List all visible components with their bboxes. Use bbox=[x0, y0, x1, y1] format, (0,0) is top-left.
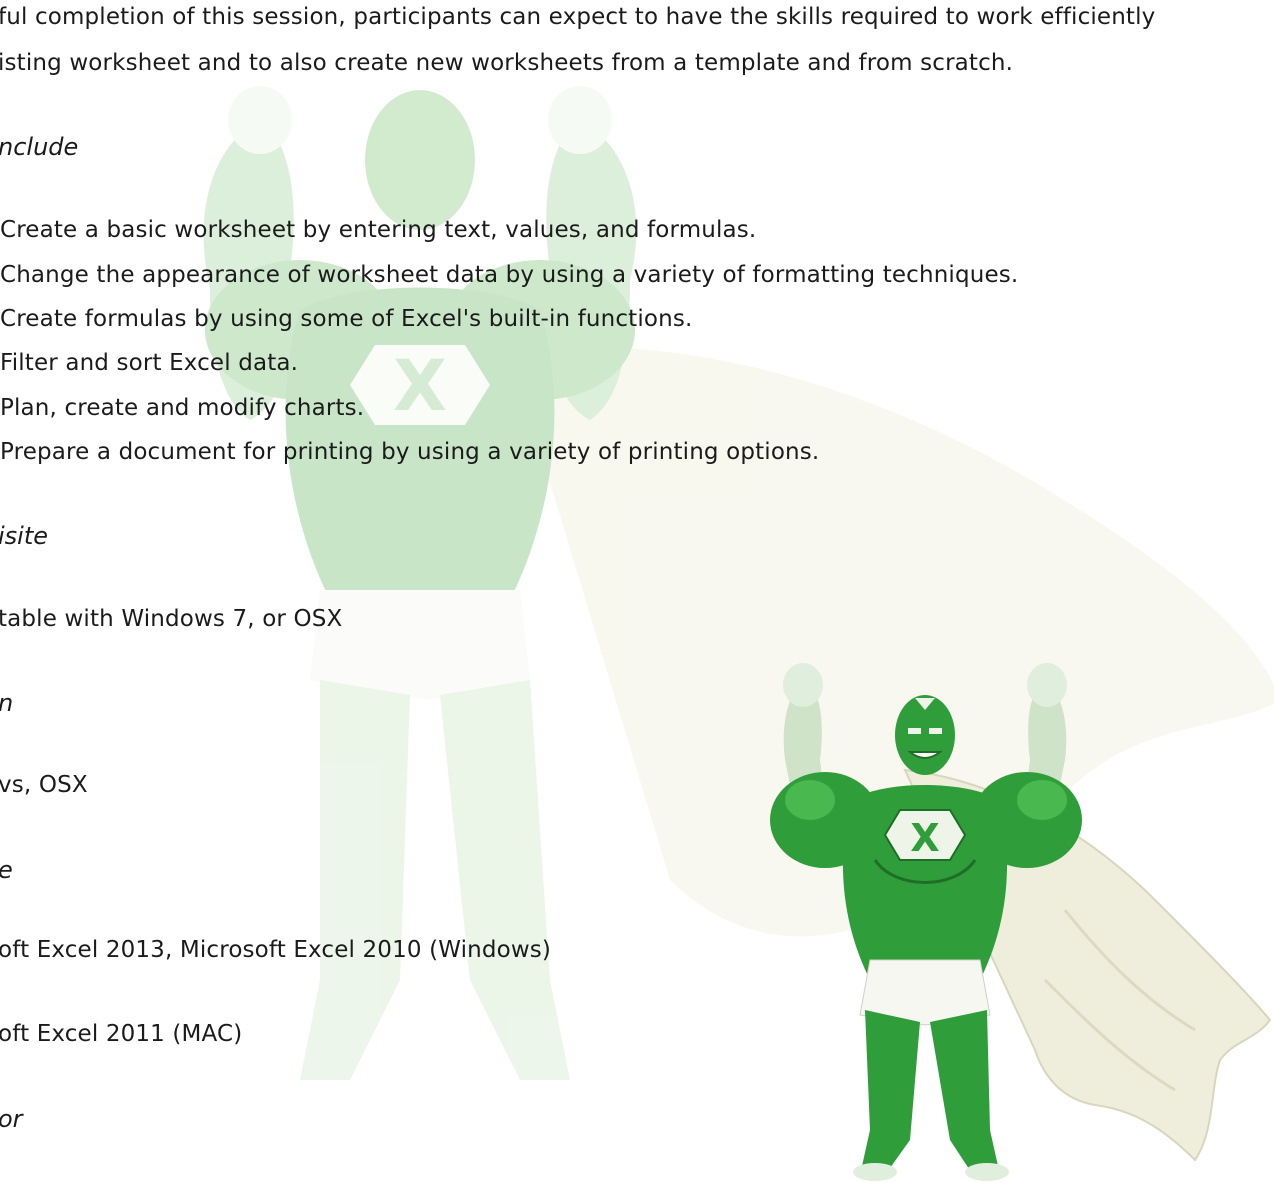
platform-heading: n bbox=[0, 689, 13, 717]
prerequisite-text: table with Windows 7, or OSX bbox=[0, 606, 343, 632]
software-item: oft Excel 2013, Microsoft Excel 2010 (Wi… bbox=[0, 937, 552, 963]
objective-item: Plan, create and modify charts. bbox=[0, 395, 365, 421]
intro-line-1: ful completion of this session, particip… bbox=[0, 4, 1156, 30]
objectives-heading: nclude bbox=[0, 133, 79, 161]
intro-line-2: isting worksheet and to also create new … bbox=[0, 50, 1014, 76]
objective-item: Change the appearance of worksheet data … bbox=[0, 262, 1019, 288]
objective-item: Prepare a document for printing by using… bbox=[0, 439, 820, 465]
prerequisite-heading: isite bbox=[0, 522, 49, 550]
objective-item: Filter and sort Excel data. bbox=[0, 350, 299, 376]
course-description: ful completion of this session, particip… bbox=[0, 0, 1274, 1183]
objective-item: Create formulas by using some of Excel's… bbox=[0, 306, 693, 332]
instructor-heading: or bbox=[0, 1105, 23, 1133]
platform-text: vs, OSX bbox=[0, 772, 88, 798]
software-heading: e bbox=[0, 856, 13, 884]
objective-item: Create a basic worksheet by entering tex… bbox=[0, 217, 757, 243]
software-item: oft Excel 2011 (MAC) bbox=[0, 1021, 243, 1047]
